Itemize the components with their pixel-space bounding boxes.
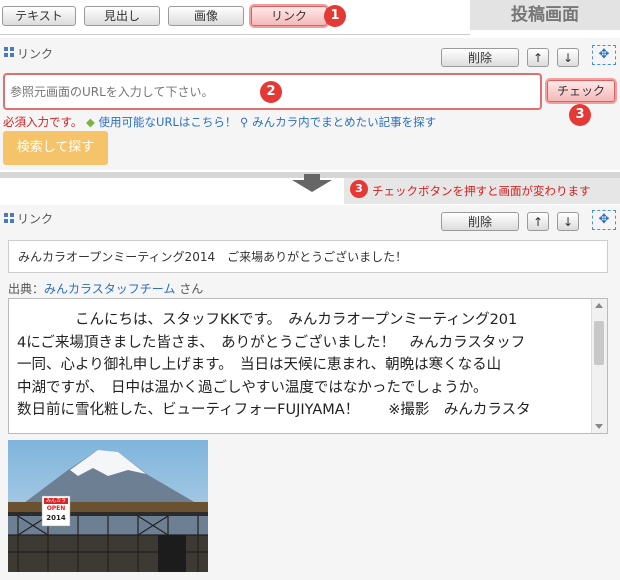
article-body-box: こんにちは、スタッフKKです。 みんカラオープンミーティング201 4にご来場頂… <box>8 298 608 434</box>
step-3-badge: 3 <box>569 104 591 126</box>
result-title: リンク <box>17 212 54 226</box>
scroll-up-icon[interactable] <box>595 303 603 308</box>
source-suffix: さん <box>175 282 204 296</box>
move-handle-icon[interactable]: ✥ <box>592 45 616 65</box>
article-title: みんカラオープンミーティング2014 ご来場ありがとうございました！ <box>18 250 408 264</box>
tab-link[interactable]: リンク <box>251 6 327 26</box>
tab-text[interactable]: テキスト <box>2 6 76 26</box>
drag-handle-icon[interactable] <box>4 47 16 59</box>
check-button[interactable]: チェック <box>547 80 615 102</box>
move-up-button[interactable]: ↑ <box>527 48 549 67</box>
down-arrow-icon <box>292 174 332 192</box>
search-articles-link[interactable]: みんカラ内でまとめたい記事を探す <box>252 115 436 129</box>
leaf-icon: ◆ <box>86 115 95 129</box>
body-line: こんにちは、スタッフKKです。 みんカラオープンミーティング201 <box>17 312 518 328</box>
toolbar-divider <box>0 34 470 35</box>
tab-heading[interactable]: 見出し <box>84 6 160 26</box>
article-scrollbar[interactable] <box>591 299 607 433</box>
body-line: 数日前に雪化粧した、ビューティフォーFUJIYAMA！ ※撮影 みんカラスタ <box>17 402 531 418</box>
step-2-badge: 2 <box>260 81 282 103</box>
post-screen-header: 投稿画面 <box>470 0 620 30</box>
photo-sign-bottom: 2014 <box>46 514 66 522</box>
result-move-handle-icon[interactable]: ✥ <box>592 210 616 230</box>
search-button[interactable]: 検索して探す <box>3 131 108 165</box>
delete-button[interactable]: 削除 <box>441 48 519 67</box>
fuji-photo-svg <box>8 440 208 572</box>
available-url-link[interactable]: 使用可能なURLはこちら！ <box>99 115 237 129</box>
move-down-button[interactable]: ↓ <box>557 48 579 67</box>
help-line: 必須入力です。 ◆ 使用可能なURLはこちら！ ⚲ みんカラ内でまとめたい記事を… <box>3 114 436 130</box>
divider-note: チェックボタンを押すと画面が変わります <box>372 184 591 198</box>
tab-image[interactable]: 画像 <box>168 6 244 26</box>
source-author-link[interactable]: みんカラスタッフチーム <box>44 282 175 296</box>
result-drag-handle-icon[interactable] <box>4 213 16 225</box>
result-move-up-button[interactable]: ↑ <box>527 212 549 231</box>
article-body-text: こんにちは、スタッフKKです。 みんカラオープンミーティング201 4にご来場頂… <box>17 309 589 422</box>
article-photo: みんカラ OPEN 2014 <box>8 440 208 572</box>
scroll-thumb[interactable] <box>594 321 604 365</box>
source-label: 出典： <box>8 282 45 296</box>
step-3-note-badge: 3 <box>350 180 368 198</box>
body-line: 4にご来場頂きました皆さま、 ありがとうございました！ みんカラスタッフ <box>17 334 526 351</box>
link-form-title: リンク <box>17 47 54 61</box>
step-1-badge: 1 <box>324 5 346 27</box>
search-icon: ⚲ <box>240 115 249 129</box>
source-line: 出典：みんカラスタッフチーム さん <box>8 280 203 297</box>
result-move-down-button[interactable]: ↓ <box>557 212 579 231</box>
photo-sign-top: みんカラ <box>45 498 66 504</box>
photo-sign-mid: OPEN <box>46 505 66 512</box>
result-delete-button[interactable]: 削除 <box>441 212 519 231</box>
required-note: 必須入力です。 <box>3 115 83 129</box>
scroll-down-icon[interactable] <box>595 424 603 429</box>
body-line: 中湖ですが、 日中は温かく過ごしやすい温度ではなかったでしょうか。 <box>17 379 488 396</box>
body-line: 一同、心より御礼申し上げます。 当日は天候に恵まれ、朝晩は寒くなる山 <box>17 357 502 373</box>
